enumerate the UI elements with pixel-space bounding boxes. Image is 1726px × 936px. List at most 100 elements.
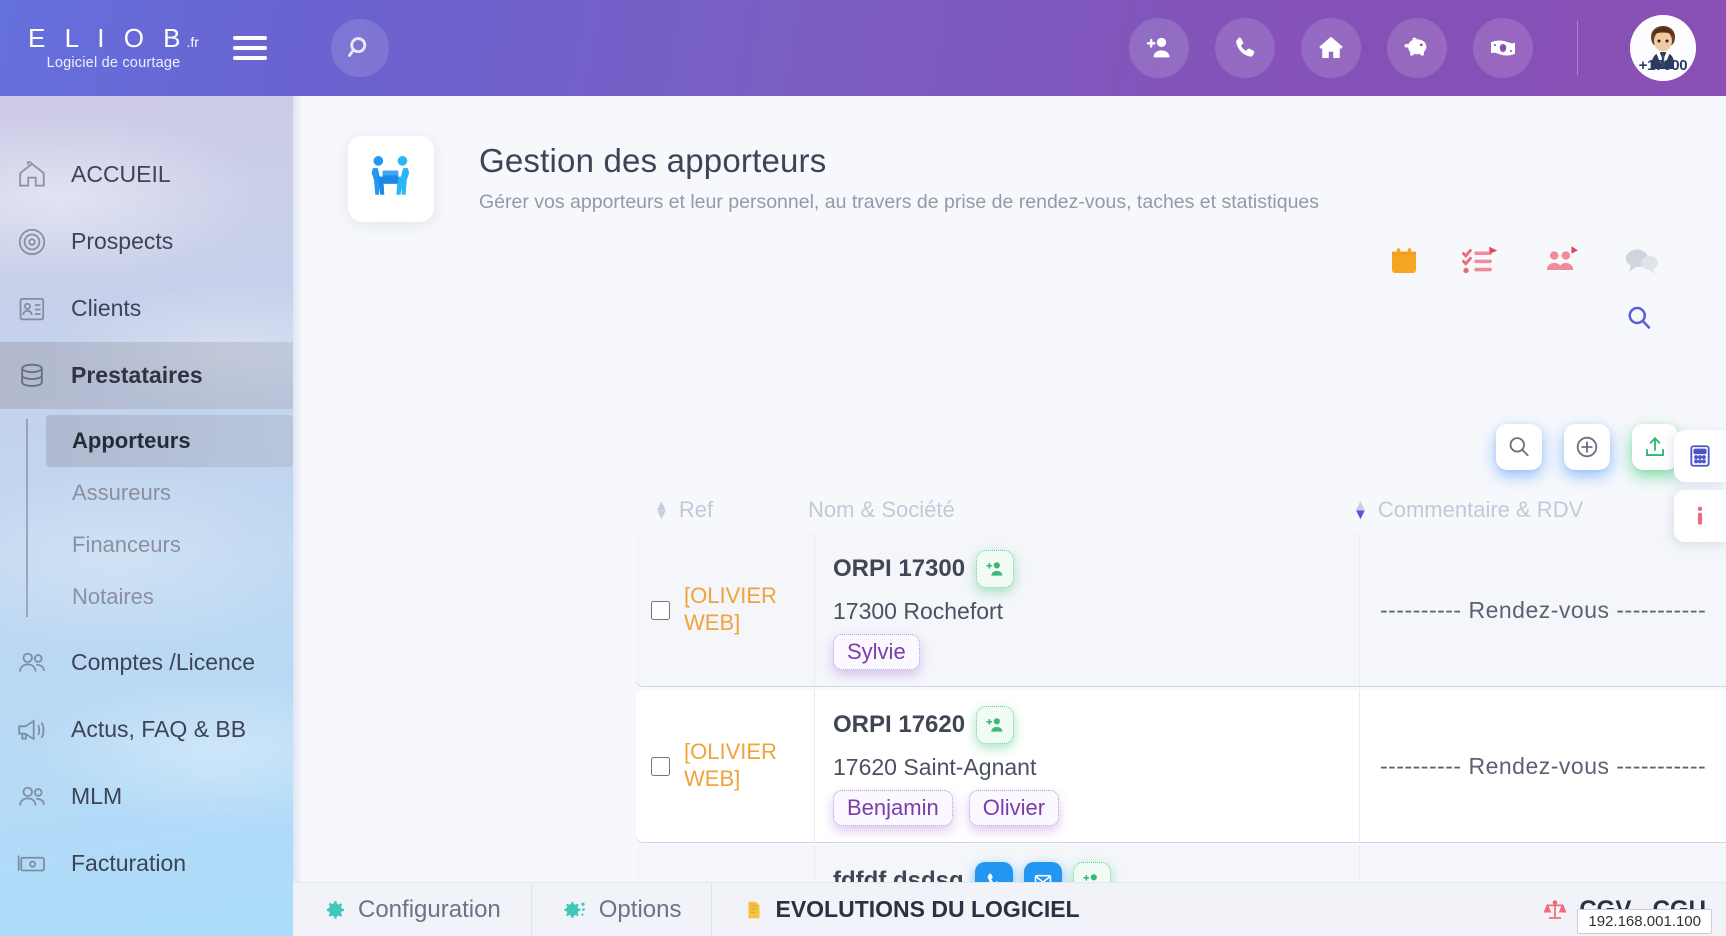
brand-tagline: Logiciel de courtage — [46, 55, 181, 72]
column-header-commentaire[interactable]: ▲ ▼ Commentaire & RDV — [1353, 497, 1726, 523]
sidebar-item-financeurs[interactable]: Financeurs — [46, 519, 293, 571]
phone-button[interactable] — [1215, 18, 1275, 78]
table-header-row: ▲ ▼ Ref Nom & Société ▲ ▼ Commentaire & RD… — [636, 486, 1726, 534]
sidebar-item-label: Clients — [71, 295, 142, 321]
add-user-icon — [1146, 37, 1170, 58]
sidebar-item-label: Facturation — [71, 850, 187, 876]
sidebar-item-accueil[interactable]: ACCUEIL — [0, 141, 293, 208]
sidebar-item-apporteurs[interactable]: Apporteurs — [46, 415, 293, 467]
table-search-button[interactable] — [1496, 424, 1542, 470]
sidebar-item-actus-faq-bb[interactable]: Actus, FAQ & BB — [0, 696, 293, 763]
column-label: Ref — [678, 497, 714, 522]
sidebar-subitem-label: Financeurs — [72, 532, 181, 557]
piggy-bank-icon — [1404, 37, 1427, 56]
chat-button[interactable] — [1622, 245, 1660, 277]
gears-icon — [564, 901, 585, 918]
sidebar-item-clients[interactable]: Clients — [0, 275, 293, 342]
plus-circle-icon — [1576, 436, 1598, 458]
row-tags: Benjamin Olivier — [833, 790, 1359, 827]
brand-title: E L I O B.fr — [28, 24, 199, 52]
target-icon — [13, 226, 51, 258]
task-list-button[interactable] — [1462, 244, 1500, 278]
sidebar-item-label: Prestataires — [71, 362, 203, 388]
bottom-bar: Configuration Options EVOLUTIONS DU LOGI… — [293, 882, 1726, 936]
calculator-button[interactable] — [1674, 430, 1726, 482]
page-icon — [348, 136, 434, 222]
row-name-line: ORPI 17300 — [833, 550, 1359, 588]
users-icon — [13, 646, 51, 680]
evolutions-button[interactable]: EVOLUTIONS DU LOGICIEL — [712, 883, 1109, 936]
row-tag[interactable]: Benjamin — [833, 790, 953, 827]
row-name-line: ORPI 17620 — [833, 706, 1359, 745]
column-label: Commentaire & RDV — [1377, 497, 1584, 522]
gear-icon — [326, 900, 344, 919]
calendar-button[interactable] — [1388, 244, 1420, 278]
sidebar-nav: ACCUEIL Prospects Clients Prestataires A… — [0, 96, 293, 897]
menu-toggle-icon[interactable] — [233, 35, 267, 60]
sidebar-item-comptes-licence[interactable]: Comptes /Licence — [0, 629, 293, 696]
savings-button[interactable] — [1387, 18, 1447, 78]
app-root: E L I O B.fr Logiciel de courtage +17000… — [0, 0, 1726, 936]
row-tag[interactable]: Olivier — [968, 790, 1060, 827]
row-nom-cell: ORPI 17300 17300 Rochefort Sylvie — [814, 534, 1359, 687]
row-checkbox-cell — [636, 534, 684, 686]
sidebar-item-prestataires[interactable]: Prestataires — [0, 342, 293, 409]
sidebar-item-mlm[interactable]: MLM — [0, 763, 293, 830]
home-button[interactable] — [1301, 18, 1361, 78]
chat-icon — [1625, 249, 1659, 274]
top-icon-group: +17000 — [1129, 15, 1726, 81]
row-address: 17300 Rochefort — [833, 598, 1004, 624]
id-card-icon — [13, 293, 51, 325]
table-toolbar — [1496, 424, 1678, 470]
finance-button[interactable] — [1473, 18, 1533, 78]
sort-icon-desc[interactable]: ▲ ▼ — [1353, 497, 1368, 522]
bottom-item-label: Configuration — [358, 895, 501, 923]
search-icon — [1509, 437, 1529, 457]
global-search-button[interactable] — [331, 19, 389, 77]
page-search-button[interactable] — [1624, 303, 1654, 338]
sidebar-subnav: Apporteurs Assureurs Financeurs Notaires — [0, 415, 293, 623]
row-checkbox[interactable] — [650, 600, 670, 620]
sidebar-item-label: Actus, FAQ & BB — [71, 716, 247, 742]
info-button[interactable] — [1674, 490, 1726, 542]
row-tag[interactable]: Sylvie — [833, 634, 920, 671]
phone-icon — [1236, 37, 1255, 57]
row-add-user-button[interactable] — [976, 706, 1015, 745]
sidebar-item-label: Comptes /Licence — [71, 649, 256, 675]
calendar-icon — [1392, 248, 1416, 273]
cash-icon — [1491, 40, 1515, 56]
table-add-button[interactable] — [1564, 424, 1610, 470]
sidebar-item-label: MLM — [71, 783, 123, 809]
user-avatar-button[interactable]: +17000 — [1630, 15, 1696, 81]
avatar-badge: +17000 — [1638, 57, 1688, 74]
column-label: Nom & Société — [808, 497, 955, 522]
home-icon — [13, 159, 51, 191]
column-header-nom[interactable]: Nom & Société — [808, 497, 1353, 523]
table-row[interactable]: [OLIVIER WEB] ORPI 17620 17620 Saint-Agn… — [636, 690, 1726, 843]
column-header-ref[interactable]: ▲ ▼ Ref — [636, 497, 808, 523]
database-icon — [13, 360, 51, 392]
sidebar-item-prospects[interactable]: Prospects — [0, 208, 293, 275]
row-ref: [OLIVIER WEB] — [684, 739, 777, 792]
row-add-user-button[interactable] — [976, 550, 1015, 588]
options-button[interactable]: Options — [532, 882, 713, 936]
sidebar-subitem-label: Assureurs — [72, 480, 172, 505]
users-icon — [13, 780, 51, 814]
sidebar-item-assureurs[interactable]: Assureurs — [46, 467, 293, 519]
table-row[interactable]: [OLIVIER WEB] ORPI 17300 17300 Rochefort… — [636, 534, 1726, 687]
sidebar-item-notaires[interactable]: Notaires — [46, 571, 293, 623]
row-checkbox[interactable] — [650, 756, 670, 776]
home-icon — [1319, 36, 1343, 58]
add-user-icon — [986, 718, 1003, 732]
add-user-button[interactable] — [1129, 18, 1189, 78]
configuration-button[interactable]: Configuration — [293, 882, 532, 936]
table-export-button[interactable] — [1632, 424, 1678, 470]
sidebar-subitem-label: Apporteurs — [72, 428, 191, 453]
apporteurs-table: ▲ ▼ Ref Nom & Société ▲ ▼ Commentaire & RD… — [636, 486, 1726, 936]
movers-icon — [371, 156, 410, 195]
sort-icon[interactable]: ▲ ▼ — [654, 497, 669, 522]
contacts-button[interactable] — [1542, 244, 1580, 278]
row-comment: ---------- Rendez-vous ----------- — [1359, 534, 1726, 687]
ip-tooltip: 192.168.001.100 — [1577, 909, 1712, 934]
sidebar-item-facturation[interactable]: Facturation — [0, 830, 293, 897]
